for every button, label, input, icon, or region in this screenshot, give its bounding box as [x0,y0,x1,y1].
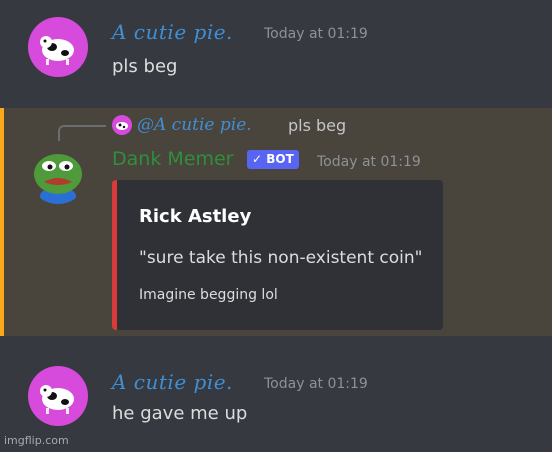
embed-title: Rick Astley [139,206,252,227]
cow-avatar-icon[interactable] [28,366,88,426]
message-timestamp: Today at 01:19 [264,26,368,42]
message-content: he gave me up [112,403,248,424]
bot-embed: Rick Astley "sure take this non-existent… [112,180,443,330]
bot-timestamp: Today at 01:19 [317,154,421,170]
bot-badge: ✓ BOT [247,150,299,169]
message-username[interactable]: A cutie pie. [112,20,233,44]
embed-description: "sure take this non-existent coin" [139,248,423,268]
cow-avatar-icon[interactable] [28,17,88,77]
reply-connector [58,125,106,141]
reply-username[interactable]: @A cutie pie. [137,115,252,135]
watermark: imgflip.com [4,434,69,447]
reply-content[interactable]: pls beg [288,116,346,135]
bot-username[interactable]: Dank Memer [112,148,233,170]
reply-avatar-icon[interactable] [112,115,132,135]
message-timestamp: Today at 01:19 [264,376,368,392]
pepe-frog-avatar-icon[interactable] [28,144,88,204]
message-username[interactable]: A cutie pie. [112,370,233,394]
message-content: pls beg [112,56,178,77]
embed-footer: Imagine begging lol [139,287,278,303]
